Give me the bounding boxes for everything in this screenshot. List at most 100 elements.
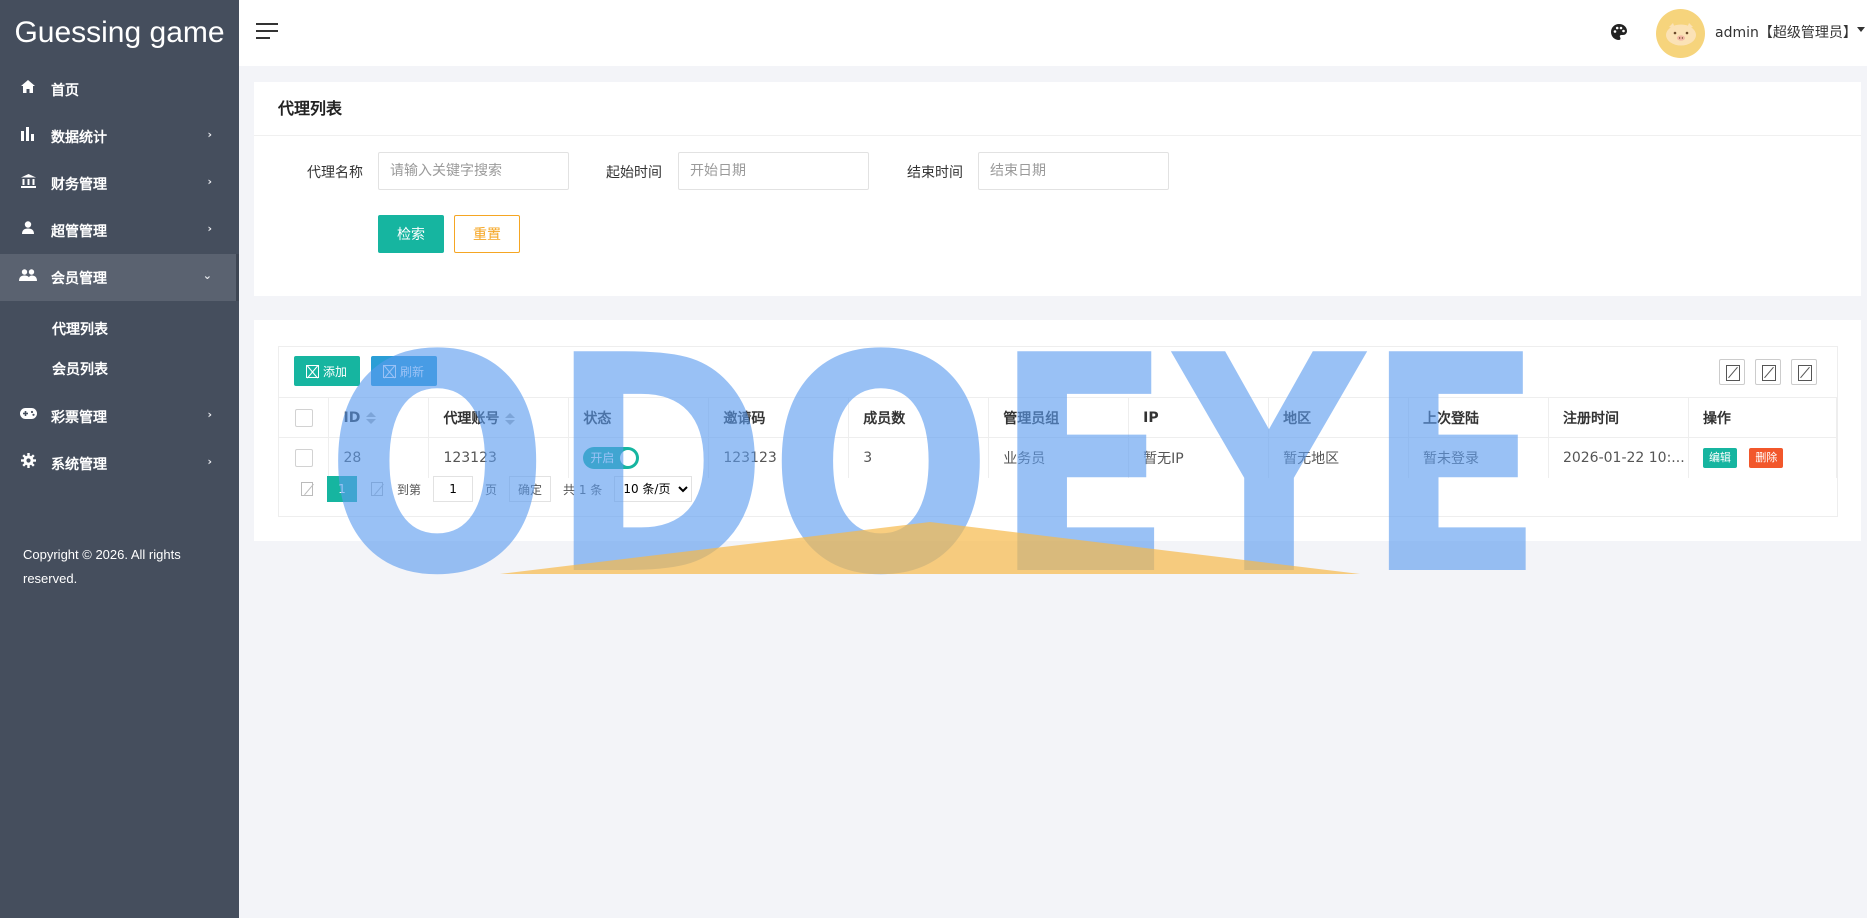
select-all-checkbox[interactable]: [295, 408, 313, 427]
table-card: 添加 刷新 ID 代理账号 状态 邀请码 成员数 管理员组 IP 地区 上次登陆…: [254, 320, 1861, 541]
sidebar-item-lottery[interactable]: 彩票管理 ›: [0, 393, 239, 440]
sort-icon[interactable]: [366, 411, 377, 424]
end-date-input[interactable]: [978, 152, 1169, 190]
refresh-button[interactable]: 刷新: [371, 356, 437, 386]
goto-prefix: 到第: [397, 482, 422, 497]
user-icon: [19, 219, 37, 237]
search-button[interactable]: 检索: [378, 215, 444, 253]
start-time-label: 起始时间: [606, 165, 662, 181]
goto-suffix: 页: [485, 482, 498, 497]
top-header: admin【超级管理员】: [239, 0, 1867, 66]
home-icon: [19, 78, 37, 96]
agent-table: ID 代理账号 状态 邀请码 成员数 管理员组 IP 地区 上次登陆 注册时间 …: [279, 397, 1838, 478]
edit-button[interactable]: 编辑: [1702, 447, 1737, 468]
pagination: 1 到第 页 确定 共 1 条 10 条/页: [293, 475, 698, 503]
gamepad-icon: [19, 405, 37, 423]
column-header-admin-group: 管理员组: [988, 397, 1130, 438]
start-date-input[interactable]: [678, 152, 869, 190]
chevron-right-icon: ›: [207, 455, 212, 468]
cell-region: 暂无地区: [1268, 437, 1410, 478]
column-header-members: 成员数: [848, 397, 990, 438]
submenu-item-agent-list[interactable]: 代理列表: [0, 309, 239, 349]
cell-status: 开启: [568, 437, 710, 478]
cell-actions: 编辑 删除: [1688, 437, 1838, 478]
sidebar-item-finance[interactable]: 财务管理 ›: [0, 160, 239, 207]
prev-page-icon[interactable]: [301, 482, 313, 496]
cell-group: 业务员: [988, 437, 1130, 478]
column-header-last-login: 上次登陆: [1408, 397, 1549, 438]
data-table-container: 添加 刷新 ID 代理账号 状态 邀请码 成员数 管理员组 IP 地区 上次登陆…: [278, 346, 1838, 517]
sort-icon[interactable]: [505, 412, 516, 425]
cell-last-login: 暂未登录: [1408, 437, 1549, 478]
column-header-ip: IP: [1128, 397, 1270, 438]
agent-name-input[interactable]: [378, 152, 569, 190]
column-header-invite-code: 邀请码: [708, 397, 850, 438]
next-page-icon[interactable]: [371, 482, 383, 496]
bank-icon: [19, 172, 37, 190]
status-toggle[interactable]: 开启: [583, 446, 640, 469]
sidebar-item-system[interactable]: 系统管理 ›: [0, 440, 239, 487]
caret-down-icon[interactable]: [1857, 27, 1865, 32]
gear-icon: [19, 452, 37, 470]
delete-button[interactable]: 删除: [1749, 447, 1784, 468]
cell-members: 3: [848, 437, 990, 478]
sidebar: Guessing game 首页 数据统计 › 财务管理 › 超管管理 › 会员…: [0, 0, 239, 918]
cell-registered: 2026-01-22 10:...: [1548, 437, 1689, 478]
cell-invite-code: 123123: [708, 437, 850, 478]
cell-id: 28: [328, 437, 430, 478]
sidebar-item-super-admin[interactable]: 超管管理 ›: [0, 207, 239, 254]
sidebar-item-members[interactable]: 会员管理 ⌄: [0, 254, 239, 301]
submenu-item-member-list[interactable]: 会员列表: [0, 349, 239, 389]
sidebar-menu: 首页 数据统计 › 财务管理 › 超管管理 › 会员管理 ⌄: [0, 66, 239, 301]
cell-ip: 暂无IP: [1128, 437, 1270, 478]
bar-chart-icon: [19, 125, 37, 143]
print-icon[interactable]: [1791, 359, 1817, 385]
sidebar-menu-lower: 彩票管理 › 系统管理 ›: [0, 393, 239, 487]
total-count: 共 1 条: [563, 482, 603, 497]
page-current[interactable]: 1: [327, 476, 357, 502]
brand-title[interactable]: Guessing game: [0, 0, 239, 66]
agent-name-label: 代理名称: [307, 165, 363, 181]
chevron-down-icon: ⌄: [202, 269, 212, 282]
column-header-status: 状态: [568, 397, 710, 438]
add-icon: [306, 364, 319, 378]
chevron-right-icon: ›: [207, 408, 212, 421]
group-icon: [19, 266, 37, 284]
row-select-cell: [279, 437, 330, 478]
add-button-label: 添加: [323, 364, 348, 379]
refresh-icon: [383, 364, 396, 378]
copyright: Copyright © 2026. All rights reserved.: [23, 547, 181, 586]
sidebar-item-data-stats[interactable]: 数据统计 ›: [0, 113, 239, 160]
toggle-knob: [620, 449, 637, 466]
end-time-label: 结束时间: [907, 165, 963, 181]
column-header-id[interactable]: ID: [328, 397, 430, 438]
members-submenu: 代理列表 会员列表: [0, 301, 239, 393]
column-header-account[interactable]: 代理账号: [428, 397, 570, 438]
sidebar-item-home[interactable]: 首页: [0, 66, 239, 113]
columns-filter-icon[interactable]: [1719, 359, 1745, 385]
goto-page-input[interactable]: [433, 476, 474, 502]
refresh-button-label: 刷新: [400, 364, 425, 379]
cell-account: 123123: [428, 437, 570, 478]
status-toggle-label: 开启: [590, 451, 615, 466]
reset-button[interactable]: 重置: [454, 215, 520, 253]
goto-confirm-button[interactable]: 确定: [509, 476, 552, 502]
table-header-row: ID 代理账号 状态 邀请码 成员数 管理员组 IP 地区 上次登陆 注册时间 …: [279, 397, 1838, 438]
select-all-cell: [279, 397, 330, 438]
column-header-registered: 注册时间: [1548, 397, 1689, 438]
column-label: ID: [343, 409, 361, 426]
palette-icon[interactable]: [1610, 23, 1630, 43]
page-size-select[interactable]: 10 条/页: [614, 476, 693, 502]
user-menu[interactable]: admin【超级管理员】: [1715, 22, 1857, 42]
column-header-region: 地区: [1268, 397, 1410, 438]
row-checkbox[interactable]: [295, 448, 313, 467]
hamburger-icon[interactable]: [256, 23, 278, 43]
add-button[interactable]: 添加: [294, 356, 360, 386]
export-icon[interactable]: [1755, 359, 1781, 385]
card-title: 代理列表: [254, 82, 1861, 136]
chevron-right-icon: ›: [207, 222, 212, 235]
table-row: 28 123123 开启 123123 3 业务员 暂无IP 暂无地区 暂未登录…: [279, 437, 1838, 478]
column-header-actions: 操作: [1688, 397, 1838, 438]
avatar[interactable]: [1656, 9, 1705, 58]
chevron-right-icon: ›: [207, 175, 212, 188]
